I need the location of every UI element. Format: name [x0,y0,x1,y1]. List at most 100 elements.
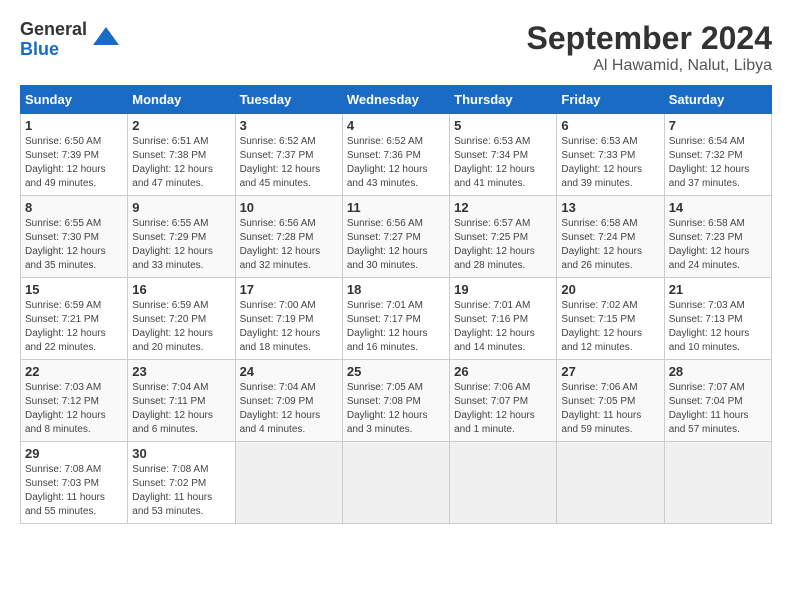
table-row: 20Sunrise: 7:02 AMSunset: 7:15 PMDayligh… [557,278,664,360]
table-row [342,442,449,524]
day-number: 14 [669,200,767,215]
calendar-header-row: Sunday Monday Tuesday Wednesday Thursday… [21,86,772,114]
day-number: 24 [240,364,338,379]
day-number: 5 [454,118,552,133]
day-info: Sunrise: 6:56 AMSunset: 7:28 PMDaylight:… [240,218,321,271]
calendar-week-5: 29 Sunrise: 7:08 AMSunset: 7:03 PMDayligh… [21,442,772,524]
table-row: 25 Sunrise: 7:05 AMSunset: 7:08 PMDayligh… [342,360,449,442]
calendar-week-1: 1Sunrise: 6:50 AMSunset: 7:39 PMDaylight… [21,114,772,196]
table-row: 22Sunrise: 7:03 AMSunset: 7:12 PMDayligh… [21,360,128,442]
logo-icon [91,25,121,55]
day-info: Sunrise: 7:04 AMSunset: 7:11 PMDaylight:… [132,382,213,435]
day-info: Sunrise: 7:01 AMSunset: 7:16 PMDaylight:… [454,300,535,353]
day-info: Sunrise: 6:54 AMSunset: 7:32 PMDaylight:… [669,136,750,189]
day-info: Sunrise: 6:59 AMSunset: 7:21 PMDaylight:… [25,300,106,353]
day-info: Sunrise: 7:05 AMSunset: 7:08 PMDaylight:… [347,382,428,435]
day-number: 12 [454,200,552,215]
day-number: 7 [669,118,767,133]
table-row: 9Sunrise: 6:55 AMSunset: 7:29 PMDaylight… [128,196,235,278]
day-info: Sunrise: 7:06 AMSunset: 7:05 PMDaylight:… [561,382,641,435]
table-row [450,442,557,524]
page-header: General Blue September 2024 Al Hawamid, … [20,20,772,75]
day-info: Sunrise: 6:51 AMSunset: 7:38 PMDaylight:… [132,136,213,189]
title-block: September 2024 Al Hawamid, Nalut, Libya [527,20,772,75]
day-info: Sunrise: 7:03 AMSunset: 7:13 PMDaylight:… [669,300,750,353]
day-info: Sunrise: 7:04 AMSunset: 7:09 PMDaylight:… [240,382,321,435]
day-info: Sunrise: 6:52 AMSunset: 7:36 PMDaylight:… [347,136,428,189]
table-row: 13 Sunrise: 6:58 AMSunset: 7:24 PMDayligh… [557,196,664,278]
day-number: 6 [561,118,659,133]
table-row: 2 Sunrise: 6:51 AMSunset: 7:38 PMDaylight… [128,114,235,196]
table-row [235,442,342,524]
table-row: 19 Sunrise: 7:01 AMSunset: 7:16 PMDayligh… [450,278,557,360]
table-row [557,442,664,524]
day-number: 16 [132,282,230,297]
logo-blue-text: Blue [20,40,87,60]
day-info: Sunrise: 6:52 AMSunset: 7:37 PMDaylight:… [240,136,321,189]
day-info: Sunrise: 6:59 AMSunset: 7:20 PMDaylight:… [132,300,213,353]
month-title: September 2024 [527,20,772,57]
day-number: 15 [25,282,123,297]
table-row: 24 Sunrise: 7:04 AMSunset: 7:09 PMDayligh… [235,360,342,442]
day-number: 28 [669,364,767,379]
day-number: 2 [132,118,230,133]
table-row: 6Sunrise: 6:53 AMSunset: 7:33 PMDaylight… [557,114,664,196]
table-row [664,442,771,524]
day-number: 19 [454,282,552,297]
day-number: 25 [347,364,445,379]
table-row: 3Sunrise: 6:52 AMSunset: 7:37 PMDaylight… [235,114,342,196]
day-info: Sunrise: 7:07 AMSunset: 7:04 PMDaylight:… [669,382,749,435]
table-row: 14 Sunrise: 6:58 AMSunset: 7:23 PMDayligh… [664,196,771,278]
day-number: 18 [347,282,445,297]
table-row: 4 Sunrise: 6:52 AMSunset: 7:36 PMDaylight… [342,114,449,196]
table-row: 11 Sunrise: 6:56 AMSunset: 7:27 PMDayligh… [342,196,449,278]
day-info: Sunrise: 6:53 AMSunset: 7:34 PMDaylight:… [454,136,535,189]
day-number: 13 [561,200,659,215]
table-row: 1Sunrise: 6:50 AMSunset: 7:39 PMDaylight… [21,114,128,196]
header-wednesday: Wednesday [342,86,449,114]
table-row: 26Sunrise: 7:06 AMSunset: 7:07 PMDayligh… [450,360,557,442]
day-number: 21 [669,282,767,297]
table-row: 18 Sunrise: 7:01 AMSunset: 7:17 PMDayligh… [342,278,449,360]
header-saturday: Saturday [664,86,771,114]
header-thursday: Thursday [450,86,557,114]
day-info: Sunrise: 6:56 AMSunset: 7:27 PMDaylight:… [347,218,428,271]
table-row: 23 Sunrise: 7:04 AMSunset: 7:11 PMDayligh… [128,360,235,442]
table-row: 5 Sunrise: 6:53 AMSunset: 7:34 PMDaylight… [450,114,557,196]
day-number: 23 [132,364,230,379]
calendar-week-2: 8 Sunrise: 6:55 AMSunset: 7:30 PMDaylight… [21,196,772,278]
table-row: 21 Sunrise: 7:03 AMSunset: 7:13 PMDayligh… [664,278,771,360]
day-info: Sunrise: 7:08 AMSunset: 7:02 PMDaylight:… [132,464,212,517]
table-row: 16 Sunrise: 6:59 AMSunset: 7:20 PMDayligh… [128,278,235,360]
day-number: 27 [561,364,659,379]
header-sunday: Sunday [21,86,128,114]
logo: General Blue [20,20,121,60]
calendar-week-3: 15 Sunrise: 6:59 AMSunset: 7:21 PMDayligh… [21,278,772,360]
day-info: Sunrise: 7:08 AMSunset: 7:03 PMDaylight:… [25,464,105,517]
day-number: 11 [347,200,445,215]
day-number: 4 [347,118,445,133]
day-number: 8 [25,200,123,215]
day-info: Sunrise: 6:58 AMSunset: 7:23 PMDaylight:… [669,218,750,271]
table-row: 27 Sunrise: 7:06 AMSunset: 7:05 PMDayligh… [557,360,664,442]
day-number: 29 [25,446,123,461]
table-row: 30Sunrise: 7:08 AMSunset: 7:02 PMDayligh… [128,442,235,524]
table-row: 17Sunrise: 7:00 AMSunset: 7:19 PMDayligh… [235,278,342,360]
table-row: 29 Sunrise: 7:08 AMSunset: 7:03 PMDayligh… [21,442,128,524]
table-row: 7 Sunrise: 6:54 AMSunset: 7:32 PMDaylight… [664,114,771,196]
calendar-table: Sunday Monday Tuesday Wednesday Thursday… [20,85,772,524]
day-info: Sunrise: 6:57 AMSunset: 7:25 PMDaylight:… [454,218,535,271]
day-info: Sunrise: 7:01 AMSunset: 7:17 PMDaylight:… [347,300,428,353]
location-title: Al Hawamid, Nalut, Libya [527,57,772,75]
day-info: Sunrise: 6:55 AMSunset: 7:30 PMDaylight:… [25,218,106,271]
table-row: 28 Sunrise: 7:07 AMSunset: 7:04 PMDayligh… [664,360,771,442]
day-info: Sunrise: 7:06 AMSunset: 7:07 PMDaylight:… [454,382,535,435]
header-friday: Friday [557,86,664,114]
table-row: 10Sunrise: 6:56 AMSunset: 7:28 PMDayligh… [235,196,342,278]
day-info: Sunrise: 6:58 AMSunset: 7:24 PMDaylight:… [561,218,642,271]
day-number: 9 [132,200,230,215]
header-tuesday: Tuesday [235,86,342,114]
day-info: Sunrise: 7:00 AMSunset: 7:19 PMDaylight:… [240,300,321,353]
header-monday: Monday [128,86,235,114]
day-info: Sunrise: 7:02 AMSunset: 7:15 PMDaylight:… [561,300,642,353]
